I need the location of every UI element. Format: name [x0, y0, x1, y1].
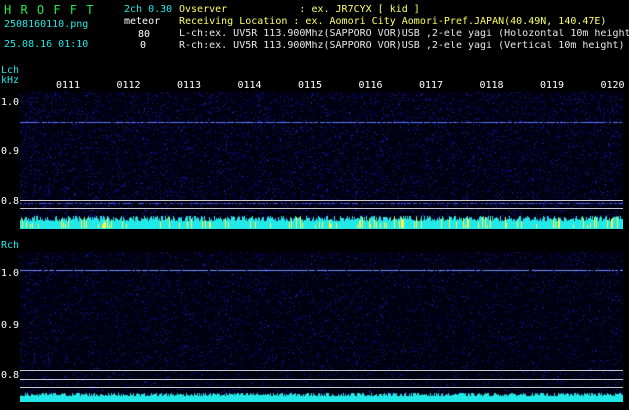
app-logo: H R O F F T: [4, 3, 95, 17]
lch-unit: kHz: [1, 75, 20, 86]
lch-marker-line: [20, 208, 623, 209]
observer-info: Ovserver : ex. JR7CYX [ kid ]: [179, 4, 420, 15]
rch-ytick-1-0: 1.0: [1, 268, 20, 279]
rch-count: 0: [140, 40, 147, 51]
location-info: Receiving Location : ex. Aomori City Aom…: [179, 16, 607, 27]
rch-info: R-ch:ex. UV5R 113.900Mhz(SAPPORO VOR)USB…: [179, 41, 625, 51]
lch-marker-line: [20, 200, 623, 201]
lch-count: 80: [138, 29, 151, 40]
rch-marker-line: [20, 387, 623, 388]
time-tick: 0117: [419, 80, 444, 91]
datetime-label: 25.08.16 01:10: [4, 39, 89, 50]
time-tick: 0112: [116, 80, 141, 91]
lch-ytick-1-0: 1.0: [1, 97, 20, 108]
rch-ytick-0-9: 0.9: [1, 320, 20, 331]
rch-marker-line: [20, 370, 623, 371]
rch-label: Rch: [1, 240, 20, 251]
time-tick: 0118: [479, 80, 504, 91]
rch-ytick-0-8: 0.8: [1, 370, 20, 381]
rch-marker-line: [20, 379, 623, 380]
time-tick: 0115: [298, 80, 323, 91]
mode-label: meteor: [124, 16, 161, 27]
lch-info: L-ch:ex. UV5R 113.900Mhz(SAPPORO VOR)USB…: [179, 29, 629, 39]
time-tick: 0120: [600, 80, 625, 91]
time-tick: 0114: [237, 80, 262, 91]
time-tick: 0116: [358, 80, 383, 91]
time-tick: 0119: [540, 80, 565, 91]
lch-ytick-0-8: 0.8: [1, 196, 20, 207]
lch-ytick-0-9: 0.9: [1, 146, 20, 157]
time-tick: 0113: [177, 80, 202, 91]
filename-label: 2508160110.png: [4, 19, 89, 30]
time-tick: 0111: [56, 80, 81, 91]
version-label: 2ch 0.30: [124, 4, 173, 15]
